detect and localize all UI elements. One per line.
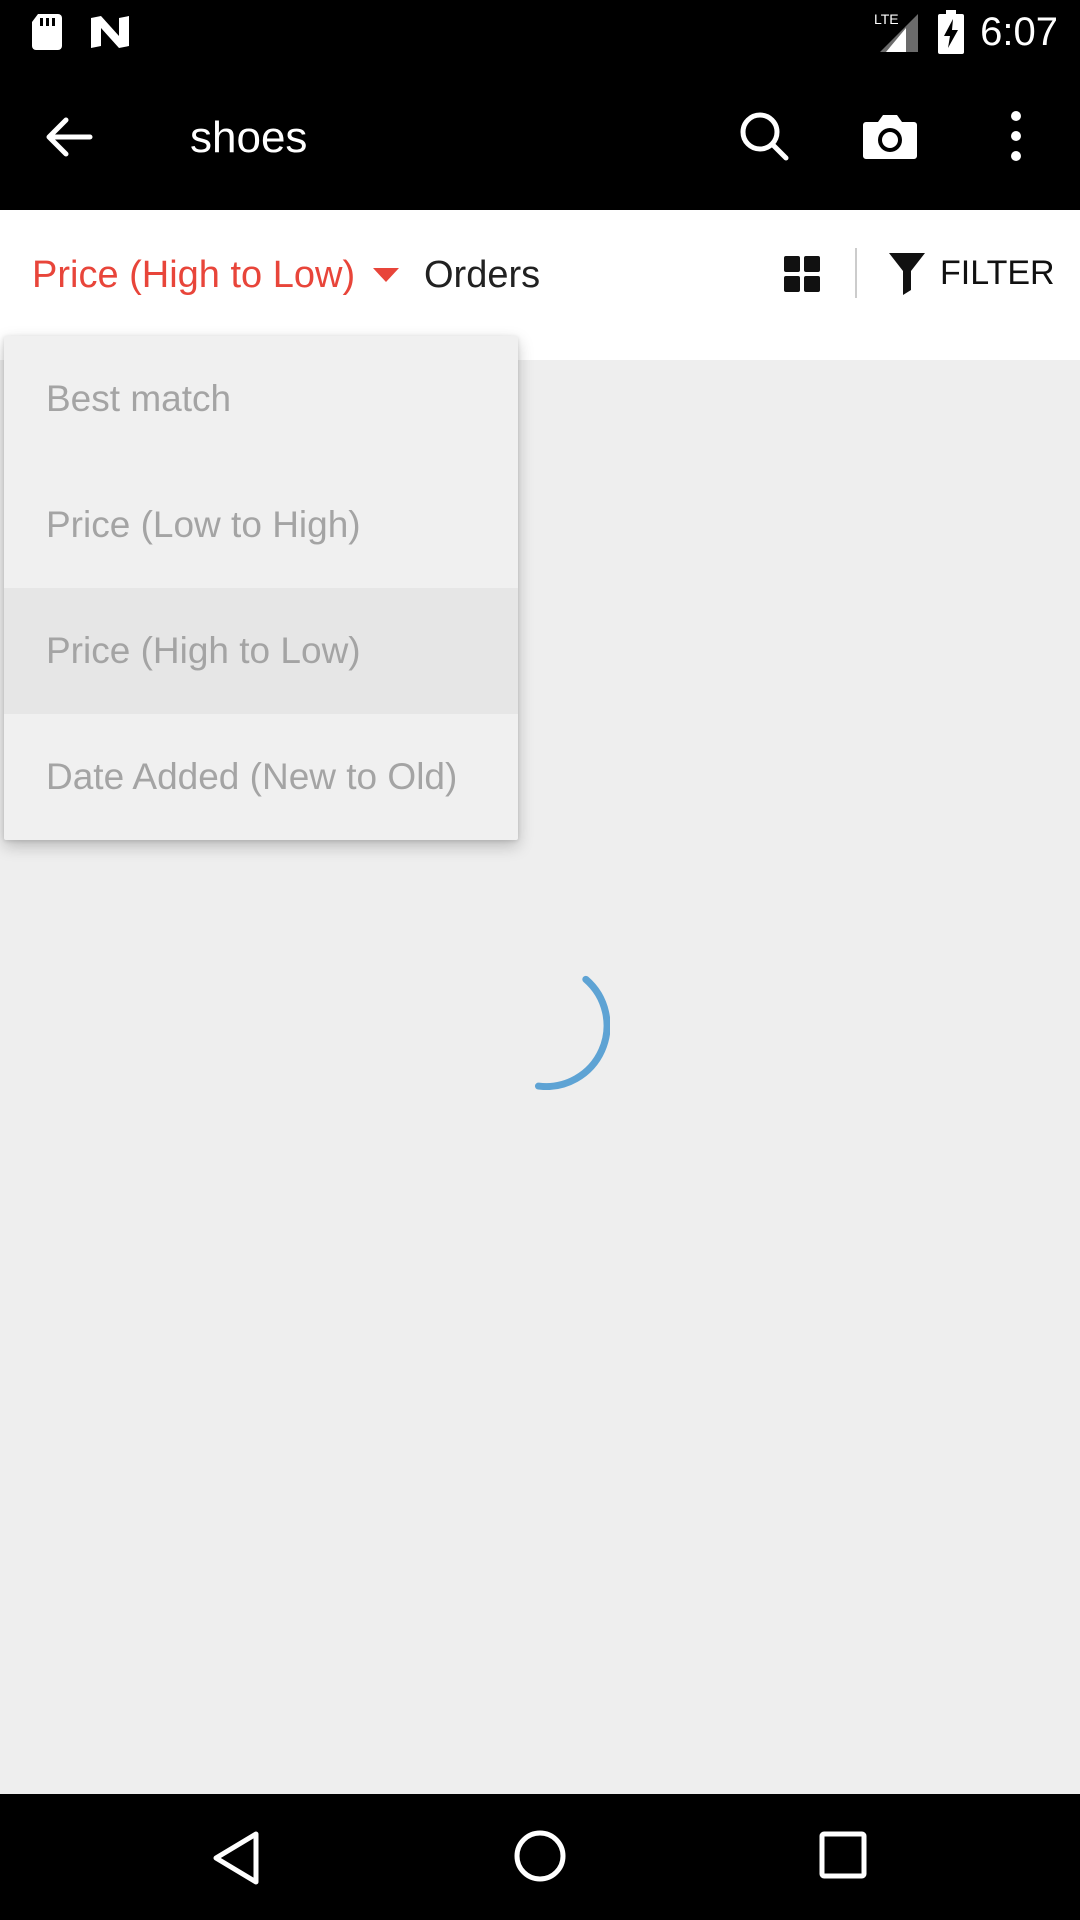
nav-home-icon[interactable] — [512, 1828, 568, 1884]
battery-charging-icon — [938, 10, 964, 54]
grid-view-icon[interactable] — [782, 254, 822, 294]
sort-option-price-high-low[interactable]: Price (High to Low) — [4, 588, 518, 714]
sort-option-date-added[interactable]: Date Added (New to Old) — [4, 714, 518, 840]
sort-bar: Price (High to Low) Orders FILTER — [0, 210, 1080, 336]
more-vert-icon[interactable] — [994, 106, 1038, 166]
network-type: LTE — [874, 11, 899, 27]
status-bar: LTE 6:07 — [0, 0, 1080, 64]
nav-recents-icon[interactable] — [818, 1830, 868, 1880]
sd-card-icon — [32, 14, 62, 50]
orders-sort-button[interactable]: Orders — [424, 252, 540, 298]
screen: LTE 6:07 shoes Price (High to Low) Order… — [0, 0, 1080, 1920]
loading-spinner-icon — [534, 975, 610, 1090]
filter-label: FILTER — [940, 254, 1055, 292]
status-time: 6:07 — [980, 10, 1058, 54]
back-arrow-icon[interactable] — [40, 109, 96, 165]
sort-option-price-low-high[interactable]: Price (Low to High) — [4, 462, 518, 588]
divider — [855, 248, 857, 298]
sort-option-best-match[interactable]: Best match — [4, 336, 518, 462]
n-notification-icon — [91, 16, 129, 48]
app-bar: shoes — [0, 64, 1080, 210]
search-icon[interactable] — [736, 108, 792, 164]
navigation-bar — [0, 1794, 1080, 1920]
sort-options-menu: Best match Price (Low to High) Price (Hi… — [4, 336, 518, 840]
search-query[interactable]: shoes — [190, 112, 307, 164]
camera-icon[interactable] — [860, 106, 920, 166]
lte-signal-icon: LTE — [874, 11, 918, 52]
filter-funnel-icon — [889, 253, 925, 295]
nav-back-icon[interactable] — [210, 1830, 264, 1886]
caret-down-icon — [373, 268, 400, 282]
filter-button[interactable]: FILTER — [888, 250, 1055, 296]
sort-dropdown[interactable]: Price (High to Low) — [32, 252, 400, 298]
sort-label: Price (High to Low) — [32, 254, 356, 296]
